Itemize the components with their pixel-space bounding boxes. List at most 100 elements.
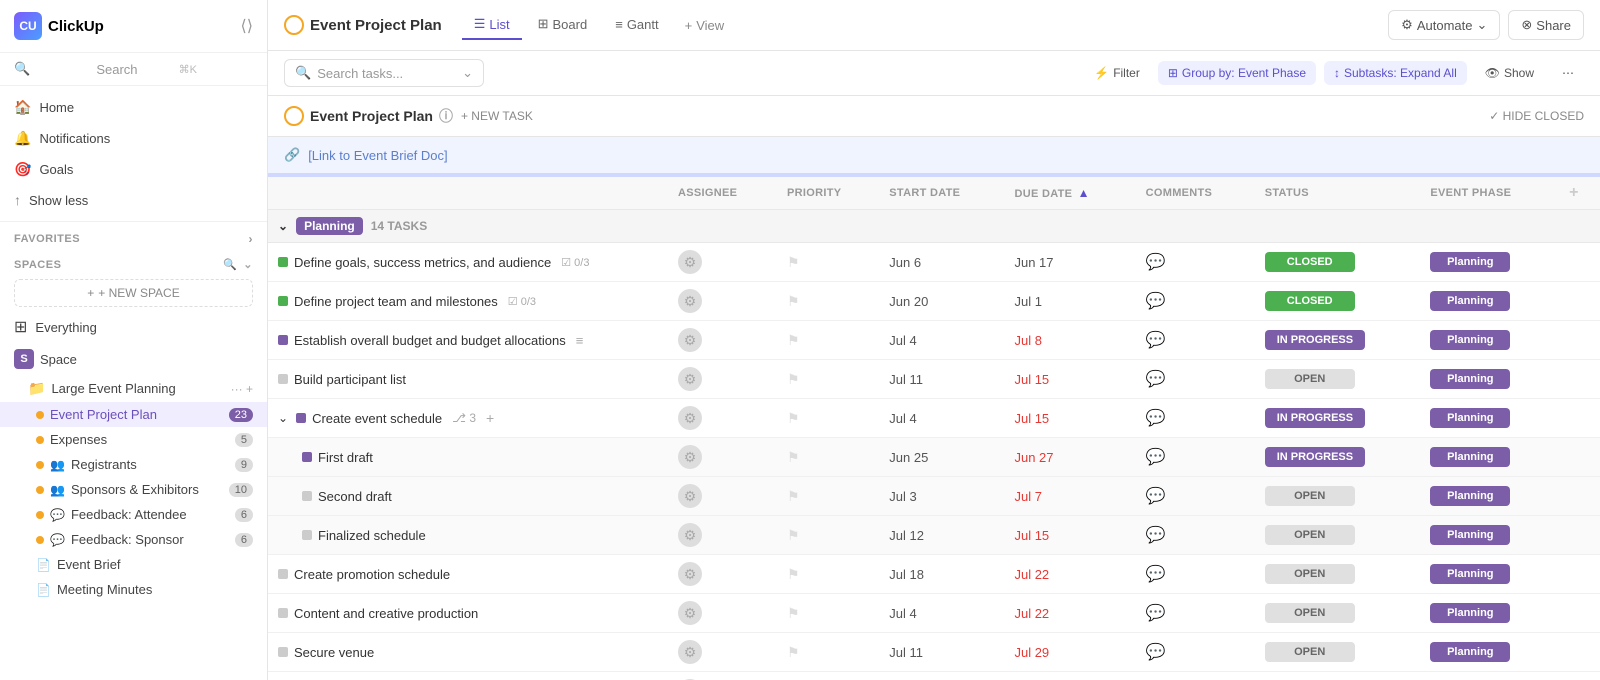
status-badge[interactable]: IN PROGRESS [1265, 408, 1365, 428]
list-dot [36, 411, 44, 419]
folder-actions[interactable]: ··· + [231, 382, 253, 396]
comment-icon[interactable]: 💬 [1146, 293, 1166, 310]
tab-list[interactable]: ☰ List [462, 10, 522, 40]
task-name[interactable]: Create promotion schedule [294, 567, 450, 582]
comment-icon[interactable]: 💬 [1146, 449, 1166, 466]
list-count: 5 [235, 433, 253, 447]
comment-icon[interactable]: 💬 [1146, 527, 1166, 544]
task-name[interactable]: First draft [318, 450, 373, 465]
add-view-button[interactable]: + View [675, 12, 735, 39]
spaces-search-icon[interactable]: 🔍 [223, 258, 237, 271]
automate-icon: ⚙ [1401, 17, 1413, 33]
priority-flag-icon: ⚑ [787, 644, 800, 660]
status-badge[interactable]: IN PROGRESS [1265, 330, 1365, 350]
sidebar-item-folder[interactable]: 📁 Large Event Planning ··· + [0, 375, 267, 402]
task-name[interactable]: Build participant list [294, 372, 406, 387]
task-name[interactable]: Content and creative production [294, 606, 478, 621]
status-badge[interactable]: OPEN [1265, 369, 1355, 389]
link-icon: 🔗 [284, 147, 300, 163]
sidebar-item-home[interactable]: 🏠 Home [0, 92, 267, 123]
share-button[interactable]: ⊗ Share [1508, 10, 1584, 40]
sidebar-list-feedback-attendee[interactable]: 💬 Feedback: Attendee 6 [0, 502, 267, 527]
group-collapse-icon[interactable]: ⌄ [278, 219, 288, 233]
status-badge[interactable]: OPEN [1265, 486, 1355, 506]
tab-gantt[interactable]: ≡ Gantt [603, 11, 670, 40]
status-badge[interactable]: OPEN [1265, 525, 1355, 545]
comment-icon: 💬 [50, 508, 65, 522]
link-doc-text[interactable]: [Link to Event Brief Doc] [308, 148, 447, 163]
sidebar-list-expenses[interactable]: Expenses 5 [0, 427, 267, 452]
automate-button[interactable]: ⚙ Automate ⌄ [1388, 10, 1500, 40]
sidebar-item-label: Notifications [39, 131, 110, 146]
comment-icon[interactable]: 💬 [1146, 254, 1166, 271]
table-row: Secure venue ⚙ ⚑ Jul 11 Jul 29 💬 OPEN Pl… [268, 633, 1600, 672]
sidebar-collapse-button[interactable]: ⟨⟩ [241, 16, 253, 36]
col-add[interactable]: + [1559, 177, 1600, 210]
status-badge[interactable]: CLOSED [1265, 291, 1355, 311]
sidebar-search[interactable]: 🔍 Search ⌘K [0, 53, 267, 86]
comment-icon[interactable]: 💬 [1146, 488, 1166, 505]
add-subtask-icon[interactable]: + [486, 410, 494, 426]
search-bar[interactable]: 🔍 Search tasks... ⌄ [284, 59, 484, 87]
phase-badge: Planning [1430, 369, 1510, 389]
comment-icon[interactable]: 💬 [1146, 644, 1166, 661]
table-row: Define project team and milestones ☑ 0/3… [268, 282, 1600, 321]
comment-icon[interactable]: 💬 [1146, 332, 1166, 349]
group-by-button[interactable]: ⊞ Group by: Event Phase [1158, 61, 1316, 85]
comment-icon[interactable]: 💬 [1146, 566, 1166, 583]
status-badge[interactable]: IN PROGRESS [1265, 447, 1365, 467]
task-name[interactable]: Secure venue [294, 645, 374, 660]
comment-icon[interactable]: 💬 [1146, 410, 1166, 427]
task-name[interactable]: Establish overall budget and budget allo… [294, 333, 566, 348]
status-badge[interactable]: CLOSED [1265, 252, 1355, 272]
due-date: Jul 22 [1014, 606, 1049, 621]
expand-subtask-icon[interactable]: ⌄ [278, 411, 288, 425]
sidebar-list-meeting-minutes[interactable]: 📄 Meeting Minutes [0, 577, 267, 602]
task-name[interactable]: Finalized schedule [318, 528, 426, 543]
sidebar-list-event-brief[interactable]: 📄 Event Brief [0, 552, 267, 577]
new-task-button[interactable]: + NEW TASK [461, 109, 533, 123]
list-label: Event Brief [57, 557, 121, 572]
filter-button[interactable]: ⚡ Filter [1084, 61, 1150, 85]
plan-info-icon[interactable]: ⓘ [439, 106, 453, 126]
phase-badge: Planning [1430, 486, 1510, 506]
tab-board[interactable]: ⊞ Board [526, 10, 600, 40]
new-space-button[interactable]: + + NEW SPACE [14, 279, 253, 307]
favorites-expand-icon[interactable]: › [249, 232, 254, 246]
status-badge[interactable]: OPEN [1265, 603, 1355, 623]
sidebar-list-event-project-plan[interactable]: Event Project Plan 23 [0, 402, 267, 427]
task-name[interactable]: Create event schedule [312, 411, 442, 426]
task-options-icon[interactable]: ≡ [576, 333, 584, 348]
subtask-count-icon[interactable]: ⎇ 3 [452, 411, 476, 425]
status-badge[interactable]: OPEN [1265, 564, 1355, 584]
due-date: Jul 7 [1014, 489, 1041, 504]
subtasks-icon: ↕ [1334, 66, 1340, 80]
more-options-button[interactable]: ⋯ [1552, 61, 1584, 85]
assignee-avatar: ⚙ [678, 484, 702, 508]
show-button[interactable]: 👁 Show [1475, 61, 1544, 85]
subtasks-button[interactable]: ↕ Subtasks: Expand All [1324, 61, 1467, 85]
plan-title: Event Project Plan ⓘ [284, 106, 453, 126]
sidebar-item-label: Home [39, 100, 74, 115]
sidebar-item-show-less[interactable]: ↑ Show less [0, 185, 267, 215]
comment-icon[interactable]: 💬 [1146, 605, 1166, 622]
comment-icon[interactable]: 💬 [1146, 371, 1166, 388]
sidebar-item-everything[interactable]: ⊞ Everything [0, 311, 267, 343]
hide-closed-button[interactable]: ✓ HIDE CLOSED [1489, 109, 1584, 123]
sidebar-item-goals[interactable]: 🎯 Goals [0, 154, 267, 185]
sidebar-item-space[interactable]: S Space [0, 343, 267, 375]
task-name[interactable]: Define project team and milestones [294, 294, 498, 309]
logo[interactable]: CU ClickUp [14, 12, 104, 40]
status-badge[interactable]: OPEN [1265, 642, 1355, 662]
sidebar-item-notifications[interactable]: 🔔 Notifications [0, 123, 267, 154]
sidebar-list-feedback-sponsor[interactable]: 💬 Feedback: Sponsor 6 [0, 527, 267, 552]
task-status-dot [278, 335, 288, 345]
phase-badge: Planning [1430, 525, 1510, 545]
sort-icon[interactable]: ▲ [1078, 186, 1090, 200]
task-name[interactable]: Define goals, success metrics, and audie… [294, 255, 551, 270]
spaces-expand-icon[interactable]: ⌄ [243, 258, 253, 271]
sidebar-list-registrants[interactable]: 👥 Registrants 9 [0, 452, 267, 477]
sidebar-list-sponsors[interactable]: 👥 Sponsors & Exhibitors 10 [0, 477, 267, 502]
task-name[interactable]: Second draft [318, 489, 392, 504]
share-icon: ⊗ [1521, 17, 1532, 33]
